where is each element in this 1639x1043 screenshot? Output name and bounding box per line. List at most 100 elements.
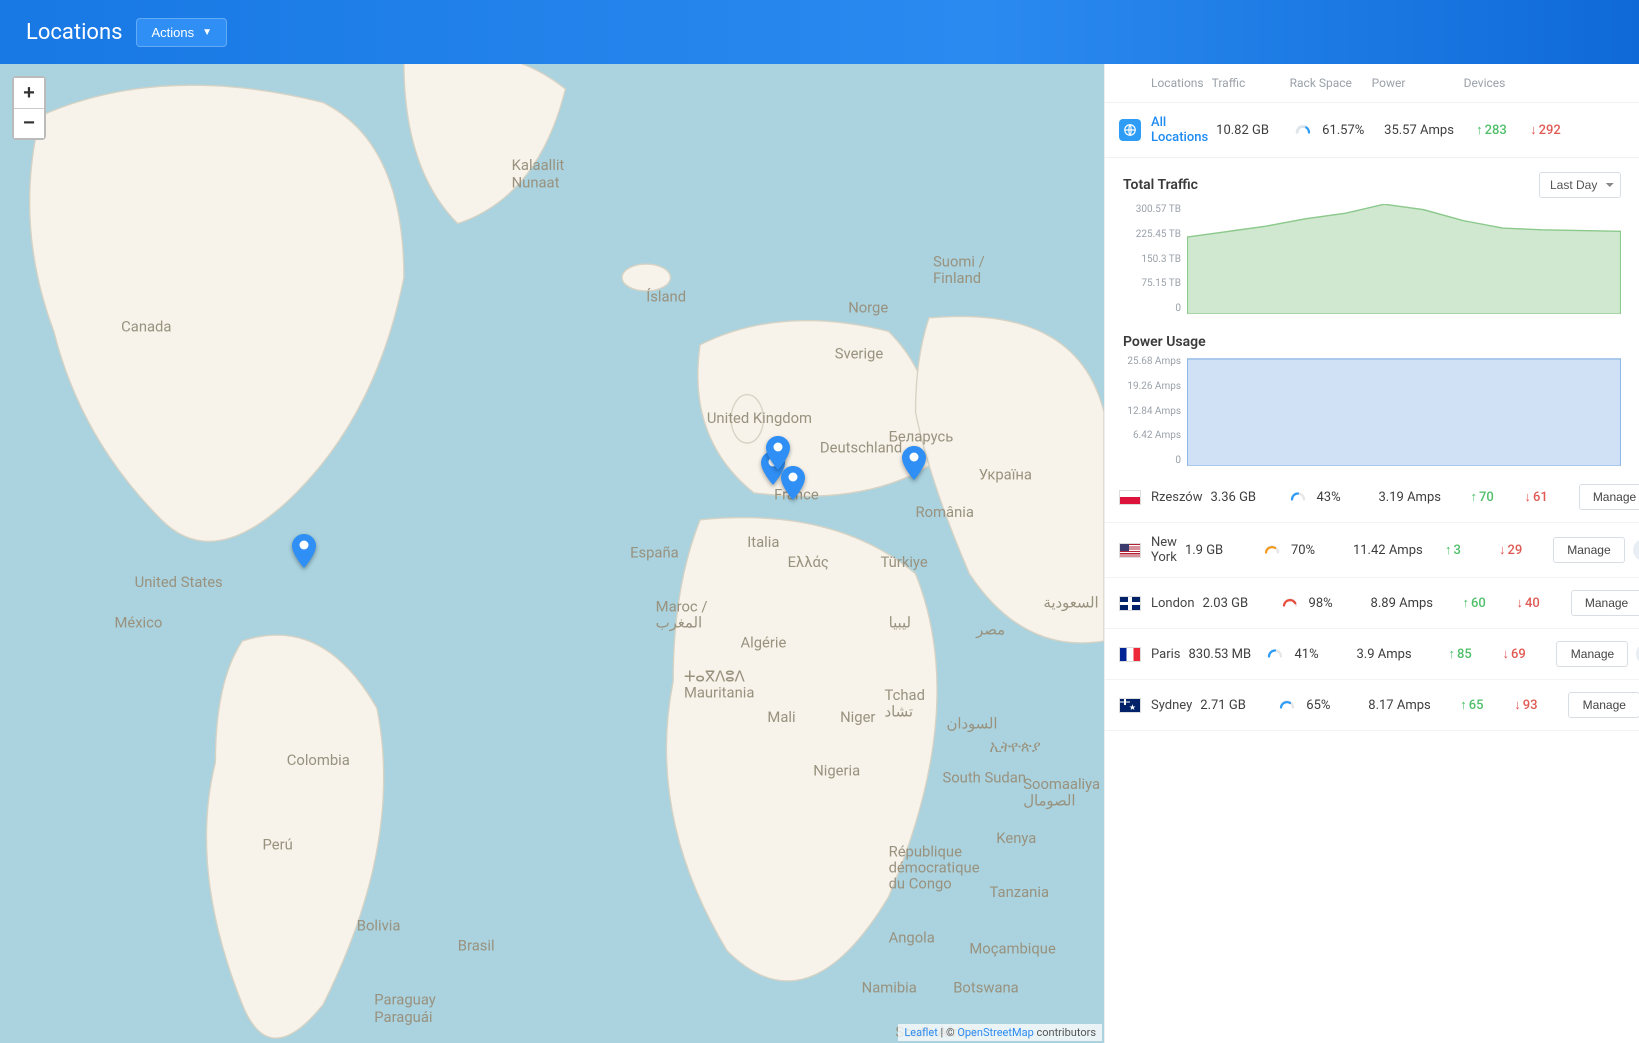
location-row[interactable]: London2.03 GB98%8.89 Amps6040Manage⌄ bbox=[1105, 578, 1639, 629]
col-devices: Devices bbox=[1464, 76, 1556, 90]
all-locations-row[interactable]: All Locations 10.82 GB 61.57% 35.57 Amps… bbox=[1105, 103, 1639, 158]
osm-link[interactable]: OpenStreetMap bbox=[957, 1026, 1033, 1039]
manage-button[interactable]: Manage bbox=[1556, 641, 1628, 667]
svg-text:Україна: Україна bbox=[979, 465, 1032, 483]
chevron-down-icon: ▼ bbox=[202, 27, 212, 38]
location-rack: 41% bbox=[1294, 647, 1348, 662]
svg-text:مصر: مصر bbox=[975, 620, 1005, 638]
svg-text:Niger: Niger bbox=[840, 708, 875, 726]
location-devices-down: 93 bbox=[1514, 697, 1560, 713]
world-map[interactable]: Canada United States México Kalaallit Nu… bbox=[0, 64, 1104, 1043]
svg-text:España: España bbox=[630, 544, 679, 562]
flag-icon bbox=[1119, 698, 1141, 713]
gauge-icon bbox=[1266, 643, 1286, 665]
svg-text:Finland: Finland bbox=[933, 269, 981, 287]
location-traffic: 1.9 GB bbox=[1185, 543, 1255, 558]
location-devices-up: 3 bbox=[1445, 542, 1491, 558]
content-area: Canada United States México Kalaallit Nu… bbox=[0, 64, 1639, 1043]
location-devices-up: 60 bbox=[1463, 595, 1509, 611]
svg-text:Türkiye: Türkiye bbox=[881, 553, 928, 571]
location-devices-down: 69 bbox=[1502, 646, 1548, 662]
svg-text:Ísland: Ísland bbox=[646, 288, 686, 306]
col-locations: Locations bbox=[1151, 76, 1204, 90]
location-traffic: 830.53 MB bbox=[1188, 647, 1258, 662]
col-rack: Rack Space bbox=[1290, 76, 1364, 90]
location-power: 11.42 Amps bbox=[1353, 543, 1437, 558]
gauge-icon bbox=[1278, 694, 1298, 716]
svg-text:România: România bbox=[916, 503, 974, 521]
flag-icon bbox=[1119, 596, 1141, 611]
location-row[interactable]: New York 1.9 GB 70% 11.42 Amps 3 29 Manage ⌄ bbox=[1105, 523, 1639, 578]
summary-power: 35.57 Amps bbox=[1384, 123, 1468, 138]
svg-text:Colombia: Colombia bbox=[287, 751, 350, 769]
svg-text:Norge: Norge bbox=[848, 299, 888, 317]
location-name: Sydney bbox=[1151, 698, 1192, 713]
svg-text:Canada: Canada bbox=[121, 317, 171, 335]
time-range-select[interactable]: Last Day bbox=[1539, 172, 1621, 198]
svg-text:Ελλάς: Ελλάς bbox=[788, 553, 829, 571]
svg-text:Беларусь: Беларусь bbox=[889, 428, 954, 446]
zoom-control: + − bbox=[12, 76, 46, 140]
svg-text:Tanzania: Tanzania bbox=[990, 883, 1049, 901]
globe-icon bbox=[1119, 119, 1141, 141]
location-traffic: 2.71 GB bbox=[1200, 698, 1270, 713]
location-devices-up: 85 bbox=[1448, 646, 1494, 662]
svg-text:السعودية: السعودية bbox=[1043, 593, 1098, 611]
svg-text:United Kingdom: United Kingdom bbox=[707, 409, 812, 427]
svg-text:ليبيا: ليبيا bbox=[889, 614, 911, 632]
manage-button[interactable]: Manage bbox=[1568, 692, 1639, 718]
location-rack: 43% bbox=[1317, 490, 1371, 505]
location-devices-down: 40 bbox=[1517, 595, 1563, 611]
svg-text:Algérie: Algérie bbox=[740, 634, 786, 652]
page-title: Locations bbox=[26, 20, 122, 45]
location-power: 3.19 Amps bbox=[1379, 490, 1463, 505]
manage-button[interactable]: Manage bbox=[1553, 537, 1625, 563]
expand-row-button[interactable]: ⌄ bbox=[1633, 539, 1639, 561]
traffic-chart-title: Total Traffic bbox=[1123, 177, 1198, 193]
svg-text:Paraguái: Paraguái bbox=[374, 1008, 432, 1026]
manage-button[interactable]: Manage bbox=[1571, 590, 1639, 616]
locations-side-panel: Locations Traffic Rack Space Power Devic… bbox=[1104, 64, 1639, 1043]
svg-text:México: México bbox=[114, 614, 162, 632]
location-rack: 65% bbox=[1306, 698, 1360, 713]
svg-text:Sverige: Sverige bbox=[835, 344, 884, 362]
svg-text:Brasil: Brasil bbox=[458, 937, 495, 955]
leaflet-link[interactable]: Leaflet bbox=[904, 1026, 937, 1039]
svg-text:الصومال: الصومال bbox=[1023, 791, 1075, 809]
manage-button[interactable]: Manage bbox=[1579, 484, 1639, 510]
gauge-icon bbox=[1294, 119, 1314, 141]
location-name: New York bbox=[1151, 535, 1177, 565]
svg-text:Kalaallit: Kalaallit bbox=[512, 156, 565, 174]
svg-text:Bolivia: Bolivia bbox=[357, 916, 401, 934]
svg-text:United States: United States bbox=[135, 573, 223, 591]
flag-icon bbox=[1119, 647, 1141, 662]
location-devices-down: 61 bbox=[1525, 489, 1571, 505]
zoom-out-button[interactable]: − bbox=[14, 108, 44, 138]
location-devices-up: 65 bbox=[1460, 697, 1506, 713]
map-panel[interactable]: Canada United States México Kalaallit Nu… bbox=[0, 64, 1104, 1043]
actions-dropdown-button[interactable]: Actions ▼ bbox=[136, 18, 227, 47]
svg-text:Nigeria: Nigeria bbox=[813, 762, 860, 780]
svg-text:Italia: Italia bbox=[747, 533, 779, 551]
flag-icon bbox=[1119, 543, 1141, 558]
svg-text:Kenya: Kenya bbox=[996, 829, 1036, 847]
svg-text:Moçambique: Moçambique bbox=[969, 939, 1056, 957]
location-rack: 70% bbox=[1291, 543, 1345, 558]
location-rows: Rzeszów3.36 GB43%3.19 Amps7061Manage⌄New… bbox=[1105, 472, 1639, 731]
location-devices-down: 29 bbox=[1499, 542, 1545, 558]
traffic-y-axis: 300.57 TB225.45 TB150.3 TB75.15 TB0 bbox=[1123, 204, 1187, 314]
location-power: 8.17 Amps bbox=[1368, 698, 1452, 713]
location-traffic: 3.36 GB bbox=[1211, 490, 1281, 505]
summary-rack: 61.57% bbox=[1322, 123, 1376, 138]
location-row[interactable]: Sydney2.71 GB65%8.17 Amps6593Manage⌄ bbox=[1105, 680, 1639, 731]
flag-icon bbox=[1119, 490, 1141, 505]
summary-devices-down: 292 bbox=[1530, 122, 1576, 138]
location-row[interactable]: Paris830.53 MB41%3.9 Amps8569Manage⌄ bbox=[1105, 629, 1639, 680]
svg-text:Botswana: Botswana bbox=[953, 978, 1019, 996]
power-y-axis: 25.68 Amps19.26 Amps12.84 Amps6.42 Amps0 bbox=[1123, 356, 1187, 466]
svg-text:Angola: Angola bbox=[889, 929, 935, 947]
svg-text:France: France bbox=[774, 486, 819, 504]
zoom-in-button[interactable]: + bbox=[14, 78, 44, 108]
traffic-chart-block: Total Traffic Last Day 300.57 TB225.45 T… bbox=[1105, 158, 1639, 320]
location-row[interactable]: Rzeszów3.36 GB43%3.19 Amps7061Manage⌄ bbox=[1105, 472, 1639, 523]
